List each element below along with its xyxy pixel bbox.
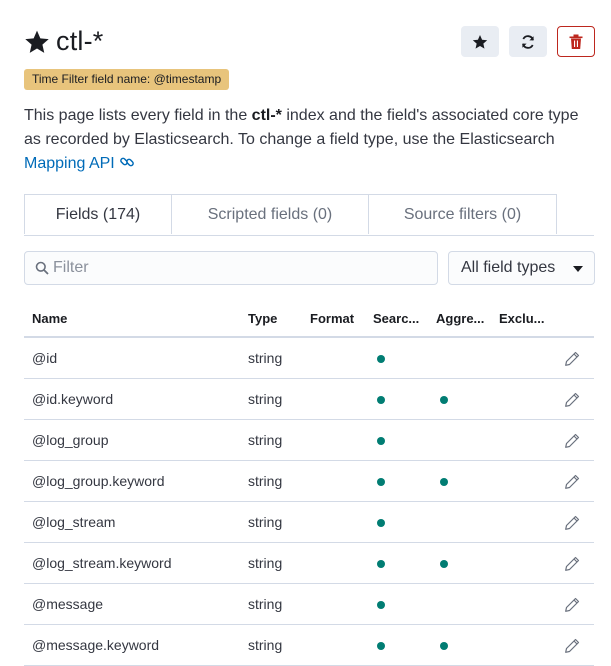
table-row: @log_group string [24,420,594,461]
edit-pencil-icon[interactable] [564,474,580,490]
field-name: @log_stream [32,514,116,530]
field-name: @id [32,350,58,366]
field-name: @message [32,596,104,612]
page-header: ctl-* [24,26,104,57]
edit-pencil-icon[interactable] [564,515,580,531]
table-header: Name Type Format Searc... Aggre... Exclu… [24,302,594,338]
set-default-button[interactable] [461,26,499,57]
table-row: @id string [24,338,594,379]
table-row: @log_stream.keyword string [24,543,594,584]
field-type: string [248,596,283,612]
field-type: string [248,514,283,530]
edit-pencil-icon[interactable] [564,392,580,408]
time-filter-badge: Time Filter field name: @timestamp [24,69,230,90]
edit-pencil-icon[interactable] [564,556,580,572]
aggregatable-indicator [440,560,448,568]
edit-pencil-icon[interactable] [564,351,580,367]
field-name: @log_group [32,432,109,448]
link-icon [119,157,134,167]
filter-input[interactable] [53,259,423,277]
field-name: @message.keyword [32,637,160,653]
table-row: @message string [24,584,594,625]
searchable-indicator [377,642,385,650]
tab-fields[interactable]: Fields (174) [24,194,172,234]
field-type: string [248,555,283,571]
table-row: @log_stream string [24,502,594,543]
field-type: string [248,350,283,366]
tab-scripted-fields[interactable]: Scripted fields (0) [171,194,369,234]
caret-down-icon [573,266,583,272]
aggregatable-indicator [440,642,448,650]
column-header-excluded[interactable]: Exclu... [499,311,545,326]
edit-pencil-icon[interactable] [564,433,580,449]
searchable-indicator [377,560,385,568]
mapping-api-link[interactable]: Mapping API [24,155,135,172]
aggregatable-indicator [440,396,448,404]
page-description: This page lists every field in the ctl-*… [24,107,579,172]
searchable-indicator [377,396,385,404]
field-type-select-value: All field types [461,259,556,276]
column-header-format[interactable]: Format [310,311,354,326]
edit-pencil-icon[interactable] [564,638,580,654]
table-body: @id string @id.keyword string @log_group stri… [24,338,594,666]
field-name: @id.keyword [32,391,114,407]
searchable-indicator [377,437,385,445]
trash-icon [569,34,583,49]
table-row: @id.keyword string [24,379,594,420]
index-name: ctl-* [251,107,282,124]
field-type: string [248,637,283,653]
field-name: @log_stream.keyword [32,555,172,571]
aggregatable-indicator [440,478,448,486]
field-type: string [248,473,283,489]
column-header-aggregatable[interactable]: Aggre... [436,311,484,326]
refresh-icon [522,34,534,49]
star-filled-icon [472,34,488,49]
fields-table: Name Type Format Searc... Aggre... Exclu… [24,302,594,666]
field-type: string [248,432,283,448]
field-name: @log_group.keyword [32,473,165,489]
refresh-fields-button[interactable] [509,26,547,57]
field-type-select[interactable]: All field types [448,251,595,285]
tabs: Fields (174) Scripted fields (0) Source … [24,194,594,236]
table-row: @log_group.keyword string [24,461,594,502]
delete-index-pattern-button[interactable] [557,26,595,57]
search-icon [35,261,49,275]
searchable-indicator [377,355,385,363]
searchable-indicator [377,519,385,527]
star-filled-icon [25,30,49,53]
edit-pencil-icon[interactable] [564,597,580,613]
column-header-type[interactable]: Type [248,311,277,326]
filter-field[interactable] [24,251,438,285]
searchable-indicator [377,478,385,486]
searchable-indicator [377,601,385,609]
header-actions [461,26,595,57]
column-header-name[interactable]: Name [32,311,67,326]
tab-source-filters[interactable]: Source filters (0) [368,194,557,234]
page-title: ctl-* [56,26,104,56]
column-header-searchable[interactable]: Searc... [373,311,419,326]
field-type: string [248,391,283,407]
